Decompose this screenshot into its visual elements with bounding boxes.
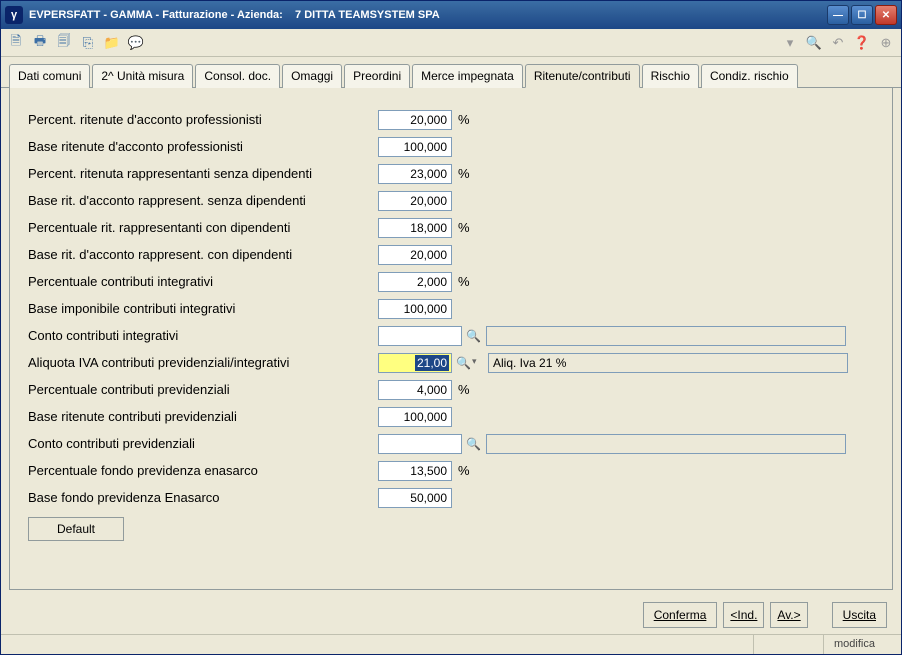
desc-aliq-iva: Aliq. Iva 21 % — [488, 353, 848, 373]
tab-strip: Dati comuni 2^ Unità misura Consol. doc.… — [1, 57, 901, 88]
globe-icon[interactable]: ⊕ — [877, 34, 895, 52]
help-icon[interactable]: ❓ — [853, 34, 871, 52]
input-base-rit-rapp-nd[interactable] — [378, 191, 452, 211]
undo-icon[interactable]: ↶ — [829, 34, 847, 52]
tab-ritenute-contributi[interactable]: Ritenute/contributi — [525, 64, 640, 88]
lookup-icon[interactable]: 🔍 — [456, 356, 470, 370]
tab-unita-misura[interactable]: 2^ Unità misura — [92, 64, 193, 88]
conferma-button[interactable]: Conferma — [643, 602, 718, 628]
preview-icon[interactable]: 🗐 — [55, 34, 73, 52]
tab-condiz-rischio[interactable]: Condiz. rischio — [701, 64, 798, 88]
suffix-percent: % — [458, 382, 470, 397]
label-perc-contr-int: Percentuale contributi integrativi — [28, 274, 378, 289]
suffix-percent: % — [458, 166, 470, 181]
tab-omaggi[interactable]: Omaggi — [282, 64, 342, 88]
minimize-button[interactable]: — — [827, 5, 849, 25]
default-button[interactable]: Default — [28, 517, 124, 541]
ind-button[interactable]: <Ind. — [723, 602, 764, 628]
status-mode: modifica — [823, 635, 893, 654]
suffix-percent: % — [458, 112, 470, 127]
chevron-down-icon[interactable]: ▾ — [472, 356, 482, 370]
titlebar: γ EVPERSFATT - GAMMA - Fatturazione - Az… — [1, 1, 901, 29]
input-perc-rit-prof[interactable] — [378, 110, 452, 130]
uscita-button[interactable]: Uscita — [832, 602, 887, 628]
app-icon: γ — [5, 6, 23, 24]
input-conto-contr-prev[interactable] — [378, 434, 462, 454]
tab-dati-comuni[interactable]: Dati comuni — [9, 64, 90, 88]
label-base-rit-prev: Base ritenute contributi previdenziali — [28, 409, 378, 424]
label-conto-contr-int: Conto contributi integrativi — [28, 328, 378, 343]
label-base-imp-contr-int: Base imponibile contributi integrativi — [28, 301, 378, 316]
label-aliq-iva: Aliquota IVA contributi previdenziali/in… — [28, 355, 378, 370]
tab-preordini[interactable]: Preordini — [344, 64, 410, 88]
input-perc-contr-prev[interactable] — [378, 380, 452, 400]
label-perc-rit-rapp-cd: Percentuale rit. rappresentanti con dipe… — [28, 220, 378, 235]
export-icon[interactable]: ⎘ — [79, 34, 97, 52]
desc-conto-contr-int — [486, 326, 846, 346]
input-perc-enasarco[interactable] — [378, 461, 452, 481]
print-icon[interactable]: 🖶 — [31, 34, 49, 52]
new-icon[interactable]: 🗎 — [7, 34, 25, 52]
label-base-rit-rapp-cd: Base rit. d'acconto rappresent. con dipe… — [28, 247, 378, 262]
input-perc-rit-rapp-nd[interactable] — [378, 164, 452, 184]
chat-icon[interactable]: 💬 — [127, 34, 145, 52]
label-base-rit-rapp-nd: Base rit. d'acconto rappresent. senza di… — [28, 193, 378, 208]
lookup-icon[interactable]: 🔍 — [466, 329, 480, 343]
label-perc-rit-rapp-nd: Percent. ritenuta rappresentanti senza d… — [28, 166, 378, 181]
dropdown-icon[interactable]: ▾ — [781, 34, 799, 52]
lookup-icon[interactable]: 🔍 — [466, 437, 480, 451]
av-button[interactable]: Av.> — [770, 602, 807, 628]
tab-rischio[interactable]: Rischio — [642, 64, 699, 88]
aliq-iva-value: 21,00 — [415, 355, 449, 371]
form-panel: Percent. ritenute d'acconto professionis… — [9, 88, 893, 590]
suffix-percent: % — [458, 274, 470, 289]
tab-merce-impegnata[interactable]: Merce impegnata — [412, 64, 523, 88]
statusbar: modifica — [1, 634, 901, 654]
input-base-rit-rapp-cd[interactable] — [378, 245, 452, 265]
desc-conto-contr-prev — [486, 434, 846, 454]
label-base-enasarco: Base fondo previdenza Enasarco — [28, 490, 378, 505]
input-perc-rit-rapp-cd[interactable] — [378, 218, 452, 238]
search-icon[interactable]: 🔍 — [805, 34, 823, 52]
suffix-percent: % — [458, 220, 470, 235]
maximize-button[interactable]: ☐ — [851, 5, 873, 25]
window-title: EVPERSFATT - GAMMA - Fatturazione - Azie… — [29, 9, 827, 21]
input-conto-contr-int[interactable] — [378, 326, 462, 346]
folder-icon[interactable]: 📁 — [103, 34, 121, 52]
input-base-imp-contr-int[interactable] — [378, 299, 452, 319]
close-button[interactable]: ✕ — [875, 5, 897, 25]
suffix-percent: % — [458, 463, 470, 478]
label-conto-contr-prev: Conto contributi previdenziali — [28, 436, 378, 451]
input-base-rit-prof[interactable] — [378, 137, 452, 157]
label-perc-contr-prev: Percentuale contributi previdenziali — [28, 382, 378, 397]
status-cell-1 — [753, 635, 823, 654]
action-bar: Conferma <Ind. Av.> Uscita — [1, 596, 901, 634]
input-base-enasarco[interactable] — [378, 488, 452, 508]
input-base-rit-prev[interactable] — [378, 407, 452, 427]
label-perc-enasarco: Percentuale fondo previdenza enasarco — [28, 463, 378, 478]
toolbar: 🗎 🖶 🗐 ⎘ 📁 💬 ▾ 🔍 ↶ ❓ ⊕ — [1, 29, 901, 57]
input-perc-contr-int[interactable] — [378, 272, 452, 292]
window-controls: — ☐ ✕ — [827, 5, 897, 25]
label-base-rit-prof: Base ritenute d'acconto professionisti — [28, 139, 378, 154]
input-aliq-iva[interactable]: 21,00 — [378, 353, 452, 373]
tab-consol-doc[interactable]: Consol. doc. — [195, 64, 280, 88]
label-perc-rit-prof: Percent. ritenute d'acconto professionis… — [28, 112, 378, 127]
app-window: γ EVPERSFATT - GAMMA - Fatturazione - Az… — [0, 0, 902, 655]
